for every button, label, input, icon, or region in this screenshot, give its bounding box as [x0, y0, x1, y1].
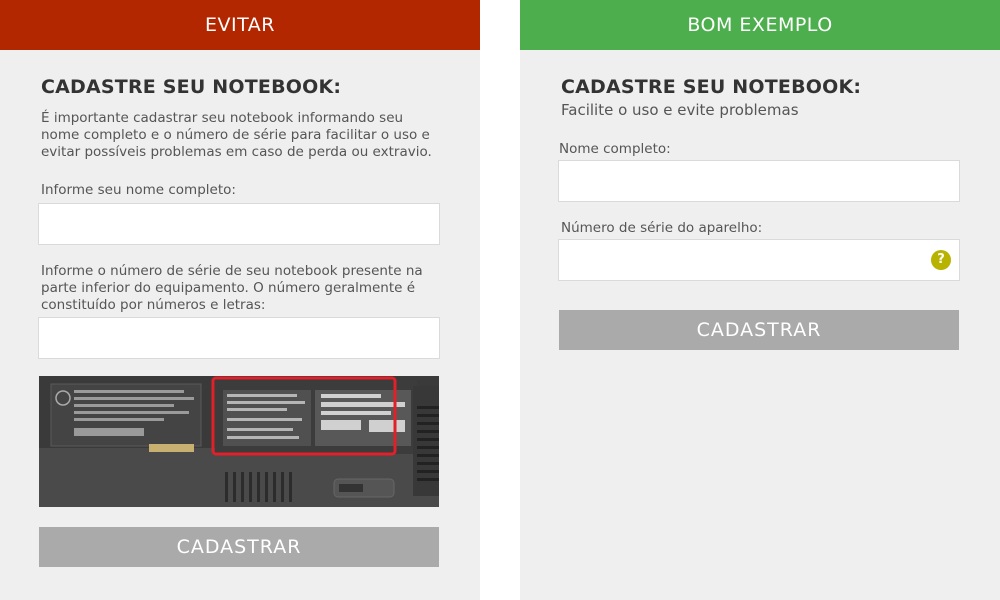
cadastrar-button[interactable]: CADASTRAR [39, 527, 439, 567]
serial-label: Informe o número de série de seu noteboo… [41, 263, 461, 314]
name-input[interactable] [38, 203, 440, 245]
notebook-serial-photo [39, 376, 439, 507]
serial-input[interactable] [38, 317, 440, 359]
form-title: CADASTRE SEU NOTEBOOK: [561, 76, 862, 98]
name-input[interactable] [558, 160, 960, 202]
description-line: evitar possíveis problemas em caso de pe… [41, 144, 432, 160]
serial-label-line: parte inferior do equipamento. O número … [41, 280, 416, 296]
bom-exemplo-banner: BOM EXEMPLO [520, 0, 1000, 50]
good-example-panel: BOM EXEMPLO CADASTRE SEU NOTEBOOK: Facil… [520, 0, 1000, 600]
form-title: CADASTRE SEU NOTEBOOK: [41, 76, 342, 98]
cadastrar-button[interactable]: CADASTRAR [559, 310, 959, 350]
name-label: Informe seu nome completo: [41, 182, 236, 198]
serial-input[interactable] [558, 239, 960, 281]
notebook-underside-image [39, 376, 439, 507]
evitar-banner: EVITAR [0, 0, 480, 50]
form-subtitle: Facilite o uso e evite problemas [561, 101, 799, 119]
serial-label-line: Informe o número de série de seu noteboo… [41, 263, 423, 279]
name-label: Nome completo: [559, 141, 671, 157]
description-line: nome completo e o número de série para f… [41, 127, 430, 143]
help-icon[interactable]: ? [931, 250, 951, 270]
bad-example-panel: EVITAR CADASTRE SEU NOTEBOOK: É importan… [0, 0, 480, 600]
description-line: É importante cadastrar seu notebook info… [41, 110, 404, 126]
serial-label-line: constituído por números e letras: [41, 297, 266, 313]
serial-label: Número de série do aparelho: [561, 220, 763, 236]
form-description: É importante cadastrar seu notebook info… [41, 110, 461, 161]
